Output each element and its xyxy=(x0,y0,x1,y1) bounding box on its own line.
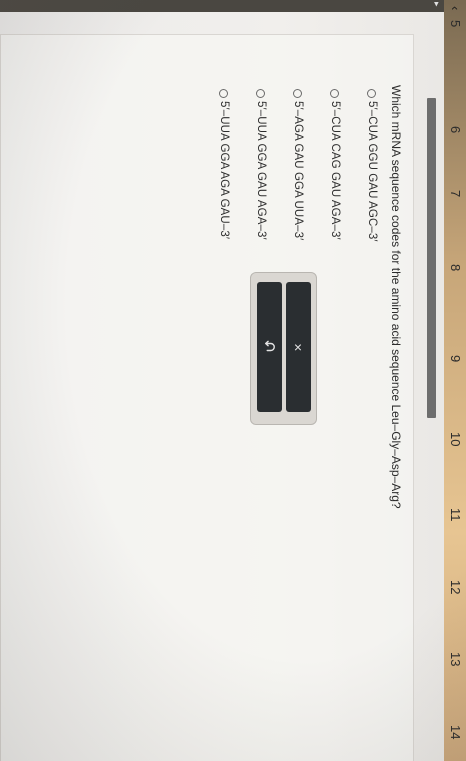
answer-option-label: 5′–AGA GAU GGA UUA–3′ xyxy=(292,101,304,241)
radio-button[interactable] xyxy=(219,89,229,98)
question-nav-item[interactable]: 6 xyxy=(447,126,463,133)
radio-button[interactable] xyxy=(330,89,340,98)
quiz-screen: ‹ 5 6 7 8 9 10 11 12 13 14 ▸ Which mRNA … xyxy=(0,0,466,761)
question-nav-item[interactable]: 9 xyxy=(447,355,463,362)
undo-button[interactable] xyxy=(257,282,282,412)
radio-button[interactable] xyxy=(256,89,266,98)
close-icon: × xyxy=(294,339,303,355)
answer-option[interactable]: 5′–UUA GGA AGA GAU–3′ xyxy=(216,89,232,242)
question-nav-item[interactable]: 12 xyxy=(447,580,463,594)
question-nav-item[interactable]: 7 xyxy=(447,190,463,197)
question-nav-item[interactable]: 10 xyxy=(447,432,463,446)
answer-option-label: 5′–UUA GGA GAU AGA–3′ xyxy=(255,101,267,240)
chevron-left-icon[interactable]: ‹ xyxy=(446,6,464,10)
answer-option[interactable]: 5′–AGA GAU GGA UUA–3′ xyxy=(290,89,306,242)
question-nav-item[interactable]: 5 xyxy=(447,20,463,27)
question-text: Which mRNA sequence codes for the amino … xyxy=(389,85,403,509)
question-nav-item[interactable]: 8 xyxy=(447,264,463,271)
question-nav-bar: ‹ 5 6 7 8 9 10 11 12 13 14 xyxy=(444,0,466,761)
answer-option[interactable]: 5′–UUA GGA GAU AGA–3′ xyxy=(253,89,269,242)
side-strip: ▸ xyxy=(0,0,444,12)
undo-icon xyxy=(265,340,276,352)
answer-option[interactable]: 5′–CUA CAG GAU AGA–3′ xyxy=(327,89,343,242)
clear-button[interactable]: × xyxy=(286,282,311,412)
answer-tools-panel: × xyxy=(250,272,317,425)
answer-option-label: 5′–CUA CAG GAU AGA–3′ xyxy=(329,101,341,240)
radio-button[interactable] xyxy=(293,89,303,98)
answer-option-label: 5′–UUA GGA AGA GAU–3′ xyxy=(218,101,230,240)
question-nav-item[interactable]: 11 xyxy=(447,508,463,522)
answer-option[interactable]: 5′–CUA GGU GAU AGC–3′ xyxy=(364,89,380,242)
question-nav-item[interactable]: 14 xyxy=(447,725,463,739)
question-card: Which mRNA sequence codes for the amino … xyxy=(0,34,414,761)
progress-indicator xyxy=(427,98,436,418)
radio-button[interactable] xyxy=(367,89,377,98)
answer-option-label: 5′–CUA GGU GAU AGC–3′ xyxy=(366,101,378,242)
answer-options: 5′–CUA GGU GAU AGC–3′ 5′–CUA CAG GAU AGA… xyxy=(195,89,380,242)
expand-arrow-icon[interactable]: ▸ xyxy=(431,2,442,7)
question-nav-item[interactable]: 13 xyxy=(447,652,463,666)
